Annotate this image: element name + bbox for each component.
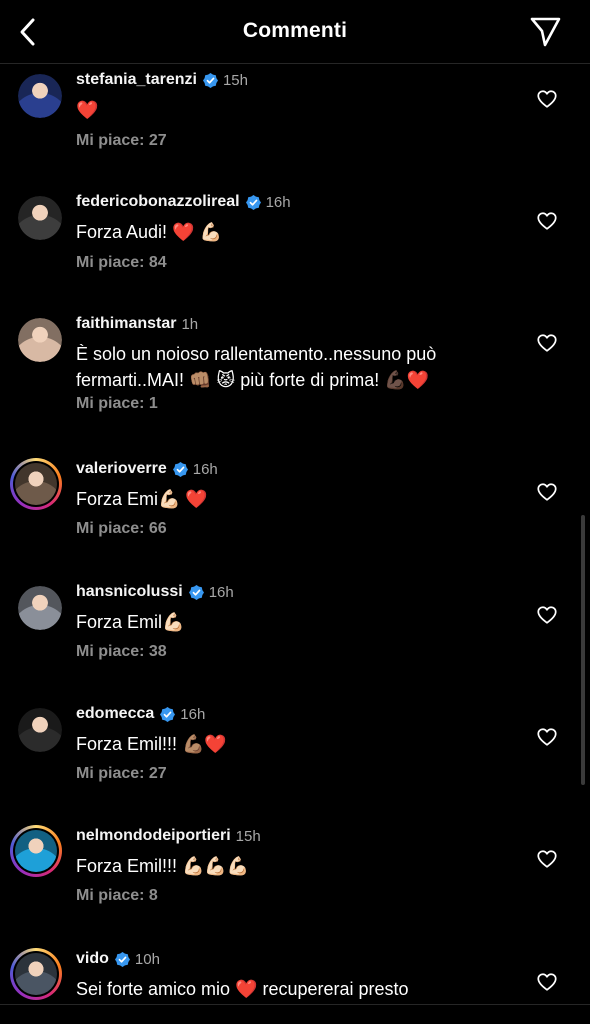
comment-item: nelmondodeiportieri 15h Forza Emil!!! 💪🏻💪🏻… [0, 825, 590, 935]
comment-text: Forza Emil!!! 💪🏽❤️ [76, 734, 227, 754]
like-heart-icon[interactable] [536, 88, 558, 110]
avatar[interactable] [18, 74, 62, 118]
verified-badge-icon [172, 461, 188, 477]
comment-header: vido 10h [76, 948, 160, 970]
comment-item: faithimanstar 1h È solo un noioso rallenta… [0, 313, 590, 423]
comment-text: Forza Emil💪🏻 [76, 612, 185, 632]
story-ring [13, 951, 59, 997]
avatar-image [15, 953, 57, 995]
avatar-image [18, 196, 62, 240]
verified-badge-icon [202, 72, 218, 88]
likes-count[interactable]: Mi piace: 1 [76, 395, 158, 413]
avatar-image [15, 830, 57, 872]
likes-count[interactable]: Mi piace: 38 [76, 643, 167, 661]
comment-header: nelmondodeiportieri 15h [76, 825, 261, 847]
avatar-image [18, 74, 62, 118]
comment-item: valerioverre 16h Forza Emi💪🏻 ❤️ Mi piace: 6… [0, 458, 590, 568]
like-heart-icon[interactable] [536, 971, 558, 993]
comment-time: 16h [208, 583, 234, 601]
comment-item: stefania_tarenzi 15h ❤️ Mi piace: 27 [0, 69, 590, 179]
verified-badge-icon [188, 584, 204, 600]
comment-header: valerioverre 16h [76, 458, 218, 480]
avatar[interactable] [18, 708, 62, 752]
comment-item: hansnicolussi 16h Forza Emil💪🏻 Mi piace: 38 [0, 581, 590, 691]
likes-count[interactable]: Mi piace: 66 [76, 520, 167, 538]
username[interactable]: vido [76, 950, 109, 968]
likes-count[interactable]: Mi piace: 84 [76, 254, 167, 272]
like-heart-icon[interactable] [536, 332, 558, 354]
page-title: Commenti [242, 19, 348, 42]
story-ring [13, 461, 59, 507]
comment-header: faithimanstar 1h [76, 313, 198, 335]
comment-item: edomecca 16h Forza Emil!!! 💪🏽❤️ Mi piace: 2… [0, 703, 590, 813]
avatar[interactable] [10, 825, 62, 877]
username[interactable]: valerioverre [76, 460, 167, 478]
comment-item: federicobonazzolireal 16h Forza Audi! ❤️ 💪… [0, 191, 590, 301]
avatar[interactable] [18, 318, 62, 362]
likes-count[interactable]: Mi piace: 27 [76, 132, 167, 150]
comment-time: 15h [222, 71, 248, 89]
story-ring [13, 828, 59, 874]
avatar-image [18, 586, 62, 630]
comment-text: Forza Audi! ❤️ 💪🏻 [76, 222, 222, 242]
like-heart-icon[interactable] [536, 726, 558, 748]
comment-header: edomecca 16h [76, 703, 205, 725]
like-heart-icon[interactable] [536, 210, 558, 232]
scrollbar[interactable] [581, 515, 585, 785]
comment-text: È solo un noioso rallentamento..nessuno … [76, 344, 437, 390]
avatar[interactable] [10, 948, 62, 1000]
comment-time: 16h [180, 705, 206, 723]
avatar[interactable] [18, 196, 62, 240]
verified-badge-icon [245, 194, 261, 210]
comment-header: hansnicolussi 16h [76, 581, 234, 603]
likes-count[interactable]: Mi piace: 8 [76, 887, 158, 905]
username[interactable]: hansnicolussi [76, 583, 183, 601]
verified-badge-icon [114, 951, 130, 967]
avatar[interactable] [18, 586, 62, 630]
username[interactable]: stefania_tarenzi [76, 71, 197, 89]
avatar-image [18, 318, 62, 362]
username[interactable]: nelmondodeiportieri [76, 827, 231, 845]
like-heart-icon[interactable] [536, 848, 558, 870]
divider [0, 1004, 590, 1005]
comment-text: Forza Emil!!! 💪🏻💪🏻💪🏻 [76, 856, 250, 876]
comment-time: 10h [134, 950, 160, 968]
comment-time: 16h [192, 460, 218, 478]
comment-text: Sei forte amico mio ❤️ recupererai prest… [76, 979, 409, 999]
comment-list[interactable]: stefania_tarenzi 15h ❤️ Mi piace: 27 federic… [0, 64, 590, 1004]
comment-time: 1h [181, 315, 199, 333]
username[interactable]: federicobonazzolireal [76, 193, 240, 211]
avatar[interactable] [10, 458, 62, 510]
comment-header: stefania_tarenzi 15h [76, 69, 248, 91]
username[interactable]: edomecca [76, 705, 154, 723]
comment-time: 16h [265, 193, 291, 211]
comment-text: ❤️ [76, 100, 99, 120]
comment-header: federicobonazzolireal 16h [76, 191, 291, 213]
verified-badge-icon [160, 706, 176, 722]
username[interactable]: faithimanstar [76, 315, 176, 333]
top-bar: Commenti [0, 0, 590, 64]
comment-item: vido 10h Sei forte amico mio ❤️ recuperera… [0, 948, 590, 1004]
like-heart-icon[interactable] [536, 481, 558, 503]
avatar-image [15, 463, 57, 505]
like-heart-icon[interactable] [536, 604, 558, 626]
comment-text: Forza Emi💪🏻 ❤️ [76, 489, 208, 509]
avatar-image [18, 708, 62, 752]
comment-time: 15h [235, 827, 261, 845]
paper-plane-icon[interactable] [526, 14, 564, 50]
likes-count[interactable]: Mi piace: 27 [76, 765, 167, 783]
